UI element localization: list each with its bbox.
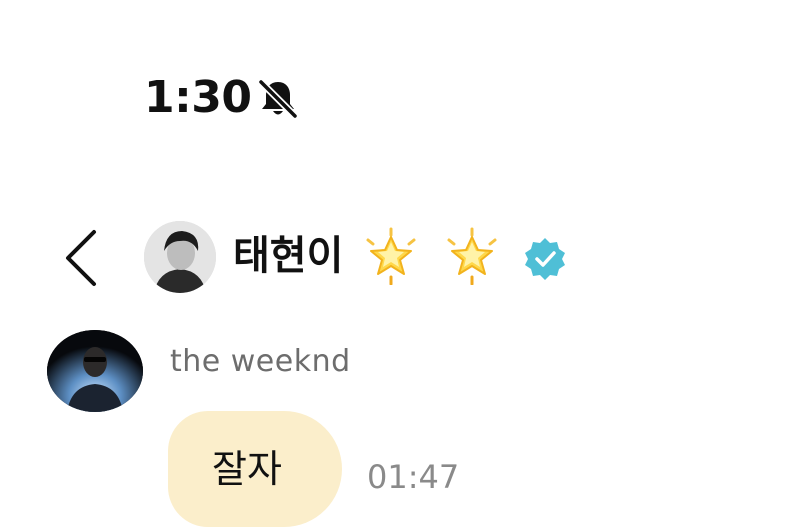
star-emoji-icon — [447, 227, 497, 285]
sender-avatar[interactable] — [47, 330, 143, 412]
sender-name: the weeknd — [170, 344, 351, 379]
message-text: 잘자 — [212, 447, 282, 491]
chevron-left-icon — [66, 230, 96, 286]
star-emoji-icon — [366, 227, 416, 285]
avatar[interactable] — [144, 221, 216, 293]
chat-title[interactable]: 태현이 — [233, 230, 343, 282]
bell-slash-icon — [257, 78, 299, 120]
back-button[interactable] — [58, 226, 104, 290]
message-timestamp: 01:47 — [367, 458, 460, 496]
status-time: 1:30 — [144, 72, 252, 123]
verified-badge-icon — [525, 238, 565, 280]
